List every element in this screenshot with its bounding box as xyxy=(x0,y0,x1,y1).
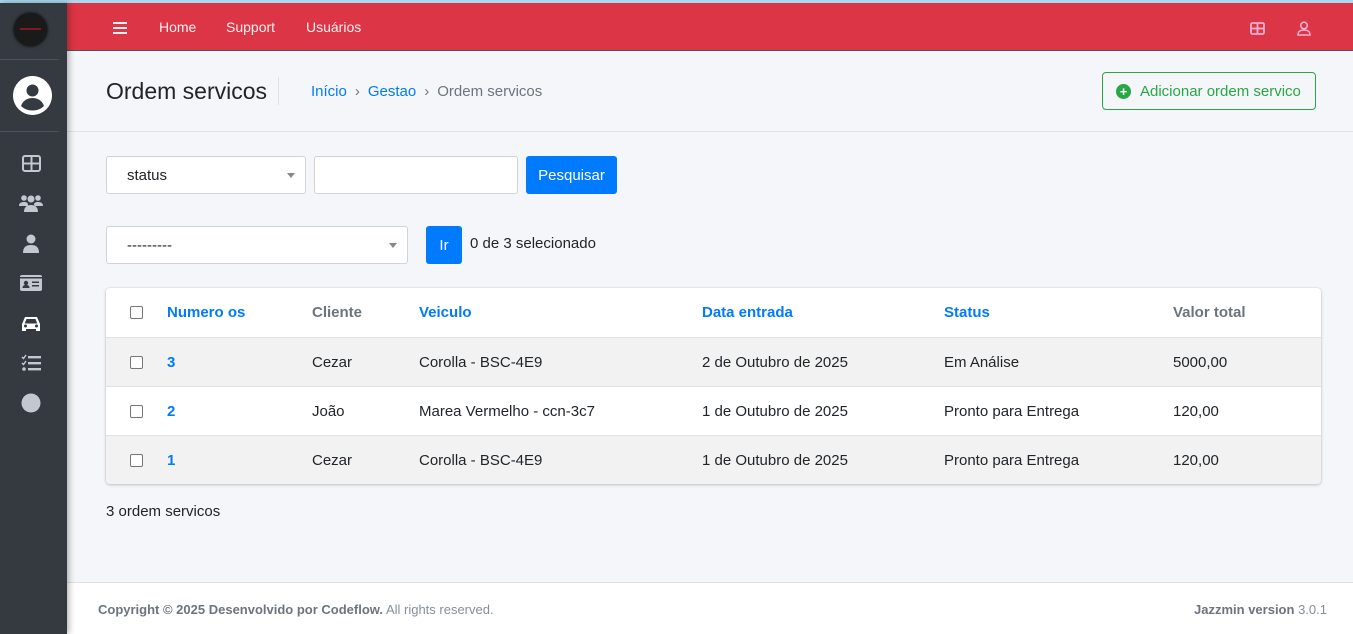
cell-data: 1 de Outubro de 2025 xyxy=(702,403,848,420)
cell-veiculo: Corolla - BSC-4E9 xyxy=(419,354,543,371)
breadcrumb-separator: › xyxy=(354,83,360,100)
cell-status: Pronto para Entrega xyxy=(944,452,1080,469)
add-ordem-servico-button[interactable]: + Adicionar ordem servico xyxy=(1102,72,1316,110)
cell-cliente: João xyxy=(312,403,345,420)
car-icon[interactable] xyxy=(19,312,43,334)
cell-valor: 5000,00 xyxy=(1173,354,1228,371)
sidebar xyxy=(0,3,67,634)
column-status[interactable]: Status xyxy=(944,288,990,337)
chevron-down-icon xyxy=(389,243,397,248)
column-valor-total: Valor total xyxy=(1173,304,1246,321)
action-select-value: --------- xyxy=(127,236,172,254)
result-count: 3 ordem servicos xyxy=(106,503,221,520)
cell-veiculo: Corolla - BSC-4E9 xyxy=(419,452,543,469)
select-all-checkbox[interactable] xyxy=(130,306,143,319)
column-data-entrada[interactable]: Data entrada xyxy=(702,288,793,337)
row-checkbox[interactable] xyxy=(130,454,143,467)
users-icon[interactable] xyxy=(19,192,43,214)
plus-circle-icon: + xyxy=(1116,83,1131,99)
column-cliente: Cliente xyxy=(312,304,363,321)
numero-os-link[interactable]: 1 xyxy=(167,436,175,484)
dashboard-icon[interactable] xyxy=(1250,3,1265,51)
dashboard-icon[interactable] xyxy=(19,152,43,174)
search-input[interactable] xyxy=(314,156,518,194)
breadcrumb: Início › Gestao › Ordem servicos xyxy=(311,83,542,100)
cell-data: 1 de Outubro de 2025 xyxy=(702,452,848,469)
breadcrumb-inicio[interactable]: Início xyxy=(311,83,347,100)
breadcrumb-gestao[interactable]: Gestao xyxy=(368,83,416,100)
numero-os-link[interactable]: 3 xyxy=(167,338,175,387)
action-select[interactable]: --------- xyxy=(106,226,408,264)
table-header: Numero os Cliente Veiculo Data entrada S… xyxy=(106,288,1321,337)
user-menu-icon[interactable] xyxy=(1297,3,1311,51)
breadcrumb-current: Ordem servicos xyxy=(437,83,543,100)
cell-cliente: Cezar xyxy=(312,452,353,469)
nav-users[interactable]: Usuários xyxy=(306,3,361,51)
nav-support[interactable]: Support xyxy=(226,3,275,51)
cell-valor: 120,00 xyxy=(1173,452,1219,469)
row-checkbox[interactable] xyxy=(130,405,143,418)
version-label: Jazzmin version xyxy=(1194,602,1295,617)
version-info: Jazzmin version 3.0.1 xyxy=(1194,602,1327,617)
sidebar-divider xyxy=(0,131,59,132)
version-number: 3.0.1 xyxy=(1298,602,1327,617)
tasks-icon[interactable] xyxy=(19,352,43,374)
results-table: Numero os Cliente Veiculo Data entrada S… xyxy=(106,288,1321,484)
footer: Copyright © 2025 Desenvolvido por Codefl… xyxy=(67,582,1353,634)
circle-icon[interactable] xyxy=(19,392,43,414)
user-icon[interactable] xyxy=(19,232,43,254)
nav-home[interactable]: Home xyxy=(159,3,196,51)
table-row: 2 João Marea Vermelho - ccn-3c7 1 de Outubr… xyxy=(106,386,1321,435)
column-veiculo[interactable]: Veiculo xyxy=(419,288,472,337)
search-button[interactable]: Pesquisar xyxy=(526,156,617,194)
status-filter-select[interactable]: status xyxy=(106,156,306,194)
content-header: Ordem servicos Início › Gestao › Ordem servi… xyxy=(67,51,1353,132)
header-divider xyxy=(278,77,279,105)
page-title: Ordem servicos xyxy=(106,78,268,104)
table-row: 1 Cezar Corolla - BSC-4E9 1 de Outubro de 2… xyxy=(106,435,1321,484)
chevron-down-icon xyxy=(287,173,295,178)
cell-status: Em Análise xyxy=(944,354,1020,371)
cell-cliente: Cezar xyxy=(312,354,353,371)
add-button-label: Adicionar ordem servico xyxy=(1140,82,1301,100)
user-avatar-icon[interactable] xyxy=(13,76,52,115)
copyright-text: Copyright © 2025 Desenvolvido por Codefl… xyxy=(98,602,494,617)
cell-data: 2 de Outubro de 2025 xyxy=(702,354,848,371)
row-checkbox[interactable] xyxy=(130,356,143,369)
brand-logo[interactable] xyxy=(14,13,47,46)
table-row: 3 Cezar Corolla - BSC-4E9 2 de Outubro de 2… xyxy=(106,337,1321,386)
go-button[interactable]: Ir xyxy=(426,226,462,264)
selection-counter: 0 de 3 selecionado xyxy=(470,235,596,252)
status-select-value: status xyxy=(127,166,168,184)
cell-valor: 120,00 xyxy=(1173,403,1219,420)
breadcrumb-separator: › xyxy=(424,83,430,100)
copyright: Copyright © 2025 Desenvolvido por Codefl… xyxy=(98,602,384,617)
sidebar-divider xyxy=(0,59,59,60)
numero-os-link[interactable]: 2 xyxy=(167,387,175,436)
column-numero-os[interactable]: Numero os xyxy=(167,288,245,337)
cell-veiculo: Marea Vermelho - ccn-3c7 xyxy=(419,403,595,420)
top-navbar: Home Support Usuários xyxy=(67,3,1353,51)
id-card-icon[interactable] xyxy=(19,272,43,294)
rights-text: All rights reserved. xyxy=(385,602,494,617)
cell-status: Pronto para Entrega xyxy=(944,403,1080,420)
menu-toggle-icon[interactable] xyxy=(113,3,127,51)
